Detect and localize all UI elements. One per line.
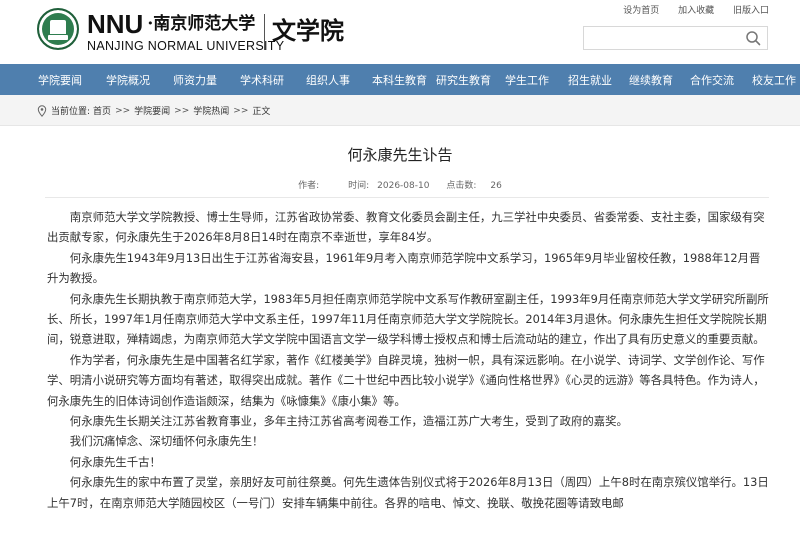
author-label: 作者:: [298, 181, 320, 191]
article-paragraph: 何永康先生的家中布置了灵堂，亲朋好友可前往祭奠。何先生遗体告别仪式将于2026年…: [47, 475, 769, 510]
nav-item-faculty[interactable]: 师资力量: [173, 72, 217, 88]
main-nav: 学院要闻 学院概况 师资力量 学术科研 组织人事 本科生教育 研究生教育 学生工…: [0, 64, 800, 95]
nav-item-alumni[interactable]: 校友工作: [752, 72, 796, 88]
article-paragraph: 我们沉痛悼念、深切缅怀何永康先生！: [69, 434, 264, 449]
article-paragraph: 何永康先生长期关注江苏省教育事业，多年主持江苏省高考阅卷工作，造福江苏广大考生，…: [69, 414, 628, 429]
breadcrumb-home[interactable]: 首页: [93, 104, 111, 117]
article-paragraph: 作为学者，何永康先生是中国著名红学家，著作《红楼美学》自辟灵境，独树一帜，具有深…: [47, 352, 765, 408]
time-value: 2026-08-10: [377, 181, 430, 191]
brand-nnu: NNU: [87, 9, 144, 39]
article-meta: 作者: 时间: 2026-08-10 点击数: 26: [0, 178, 800, 191]
article-body: 南京师范大学文学院教授、博士生导师，江苏省政协常委、教育文化委员会副主任，九三学…: [47, 207, 769, 513]
hits-label: 点击数:: [446, 181, 477, 191]
breadcrumb-current: 正文: [252, 107, 271, 117]
nav-item-news[interactable]: 学院要闻: [38, 72, 82, 88]
brand-logo[interactable]: NNU ·南京师范大学 NANJING NORMAL UNIVERSITY: [87, 10, 284, 53]
nav-item-research[interactable]: 学术科研: [240, 72, 284, 88]
add-favorite-link[interactable]: 加入收藏: [678, 6, 714, 16]
breadcrumb-label: 当前位置:: [51, 107, 91, 117]
brand-divider: [264, 14, 265, 50]
breadcrumb-separator: >>: [115, 105, 131, 116]
nav-item-graduate[interactable]: 研究生教育: [436, 72, 491, 88]
search-input[interactable]: [584, 27, 739, 49]
breadcrumb-separator: >>: [233, 105, 249, 116]
set-homepage-link[interactable]: 设为首页: [623, 6, 659, 16]
article-paragraph: 何永康先生1943年9月13日出生于江苏省海安县，1961年9月考入南京师范学院…: [47, 250, 761, 286]
brand-english-name: NANJING NORMAL UNIVERSITY: [87, 39, 285, 53]
article-paragraph: 何永康先生长期执教于南京师范大学，1983年5月担任南京师范学院中文系写作教研室…: [47, 291, 769, 347]
breadcrumb-hot-news[interactable]: 学院热闻: [193, 104, 229, 117]
nav-item-overview[interactable]: 学院概况: [106, 72, 150, 88]
article-title: 何永康先生讣告: [347, 146, 453, 164]
breadcrumb-bar: 当前位置: 首页 >> 学院要闻 >> 学院热闻 >> 正文: [0, 95, 800, 126]
divider: [45, 197, 769, 198]
hits-value: 26: [490, 181, 502, 191]
nav-item-undergraduate[interactable]: 本科生教育: [372, 72, 427, 88]
college-name: 文学院: [272, 16, 344, 45]
location-pin-icon: [37, 104, 47, 117]
top-links: 设为首页 加入收藏 旧版入口: [607, 3, 769, 16]
breadcrumb: 当前位置: 首页 >> 学院要闻 >> 学院热闻 >> 正文: [37, 104, 270, 117]
article-paragraph: 何永康先生千古！: [69, 454, 161, 469]
search-icon[interactable]: [745, 30, 761, 46]
site-header: NNU ·南京师范大学 NANJING NORMAL UNIVERSITY 文学…: [0, 0, 800, 64]
brand-chinese-name: ·南京师范大学: [147, 14, 256, 34]
nav-item-admissions[interactable]: 招生就业: [568, 72, 612, 88]
nav-item-student-affairs[interactable]: 学生工作: [505, 72, 549, 88]
article-paragraph: 南京师范大学文学院教授、博士生导师，江苏省政协常委、教育文化委员会副主任，九三学…: [47, 210, 765, 245]
old-version-link[interactable]: 旧版入口: [733, 6, 769, 16]
nav-item-personnel[interactable]: 组织人事: [306, 72, 350, 88]
nav-item-cooperation[interactable]: 合作交流: [690, 72, 734, 88]
breadcrumb-news[interactable]: 学院要闻: [134, 104, 170, 117]
breadcrumb-separator: >>: [174, 105, 190, 116]
university-seal-icon[interactable]: [37, 8, 79, 50]
time-label: 时间:: [348, 181, 370, 191]
search-box: [583, 26, 768, 50]
nav-item-continuing-education[interactable]: 继续教育: [629, 72, 673, 88]
